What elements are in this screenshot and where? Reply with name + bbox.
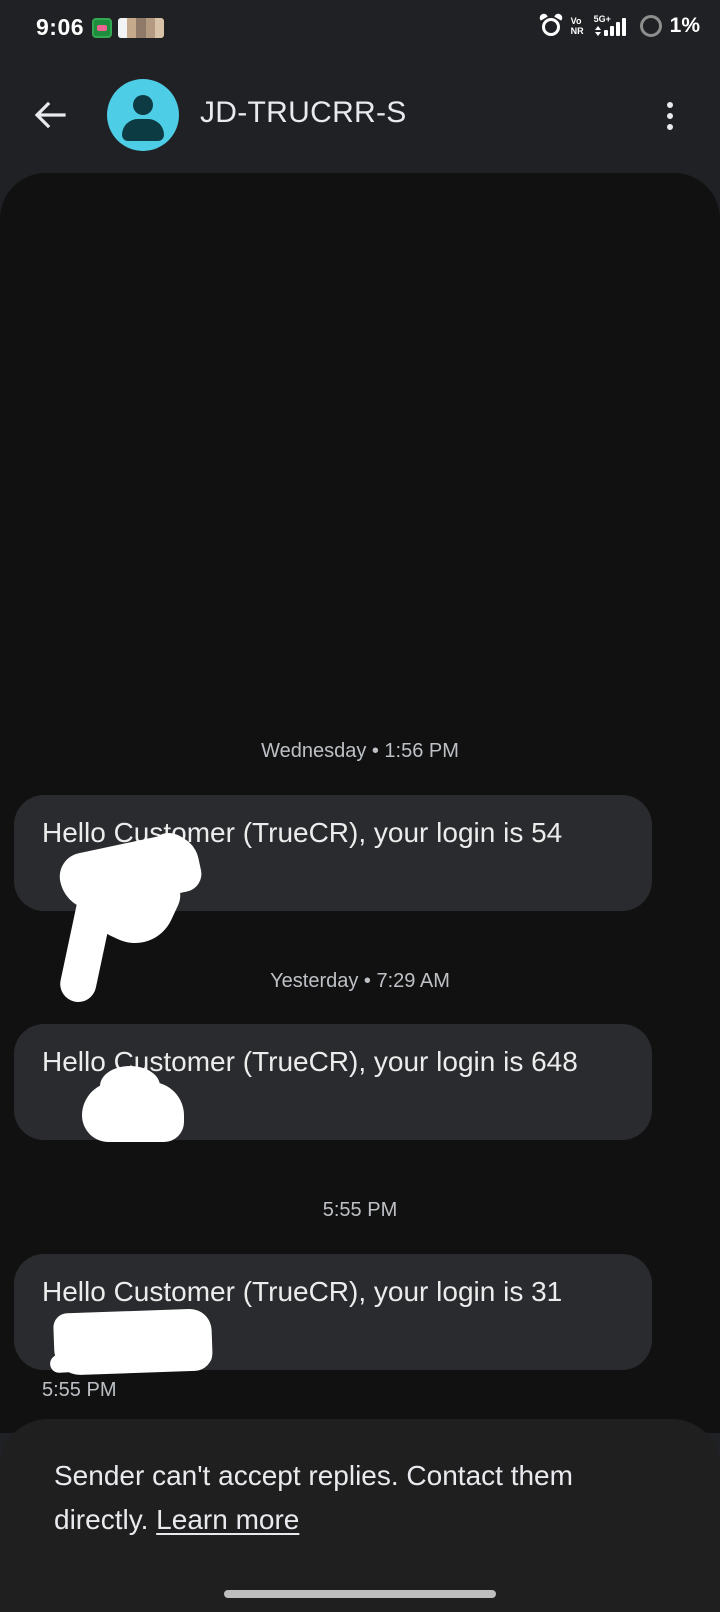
back-button[interactable] (22, 87, 78, 143)
vonr-indicator: Vo NR (571, 16, 584, 36)
image-notification-icon (118, 18, 164, 38)
message-timestamp: Yesterday • 7:29 AM (270, 970, 450, 992)
person-icon (133, 95, 153, 115)
battery-icon (639, 15, 662, 37)
gesture-navigation-bar[interactable] (224, 1590, 496, 1598)
notice-message: Sender can't accept replies. Contact the… (54, 1460, 573, 1535)
message-sent-time: 5:55 PM (42, 1379, 117, 1401)
message-timestamp: 5:55 PM (322, 1199, 398, 1221)
message-timestamp: Wednesday • 1:56 PM (261, 740, 459, 762)
message-text: Hello Customer (TrueCR), your login is 3… (42, 1276, 563, 1307)
vonr-bottom-label: NR (570, 26, 584, 36)
back-arrow-icon (34, 101, 66, 129)
contact-avatar[interactable] (107, 79, 179, 151)
alarm-icon (537, 12, 564, 38)
notice-text: Sender can't accept replies. Contact the… (54, 1454, 664, 1542)
reply-disabled-notice: Sender can't accept replies. Contact the… (0, 1419, 720, 1612)
system-icons: Vo NR 5G+ 1% (537, 12, 700, 38)
more-options-button[interactable] (646, 90, 694, 142)
learn-more-link[interactable]: Learn more (156, 1504, 299, 1535)
message-list[interactable]: Wednesday • 1:56 PM Hello Customer (True… (0, 173, 720, 1433)
redaction-scribble (100, 1066, 160, 1106)
notification-icons (92, 18, 164, 38)
signal-strength-icon: 5G+ (592, 14, 632, 38)
messages-screen: 9:06 Vo NR 5G+ 1% JD-TRUCRR-S Wednesday … (0, 0, 720, 1612)
conversation-header: JD-TRUCRR-S (0, 60, 720, 168)
status-time: 9:06 (36, 14, 85, 40)
vonr-top-label: Vo (570, 16, 582, 26)
app-notification-icon (92, 18, 112, 38)
status-bar: 9:06 Vo NR 5G+ 1% (0, 0, 720, 60)
more-vert-icon (667, 102, 673, 108)
battery-level: 1% (669, 14, 700, 37)
contact-name[interactable]: JD-TRUCRR-S (200, 96, 407, 130)
